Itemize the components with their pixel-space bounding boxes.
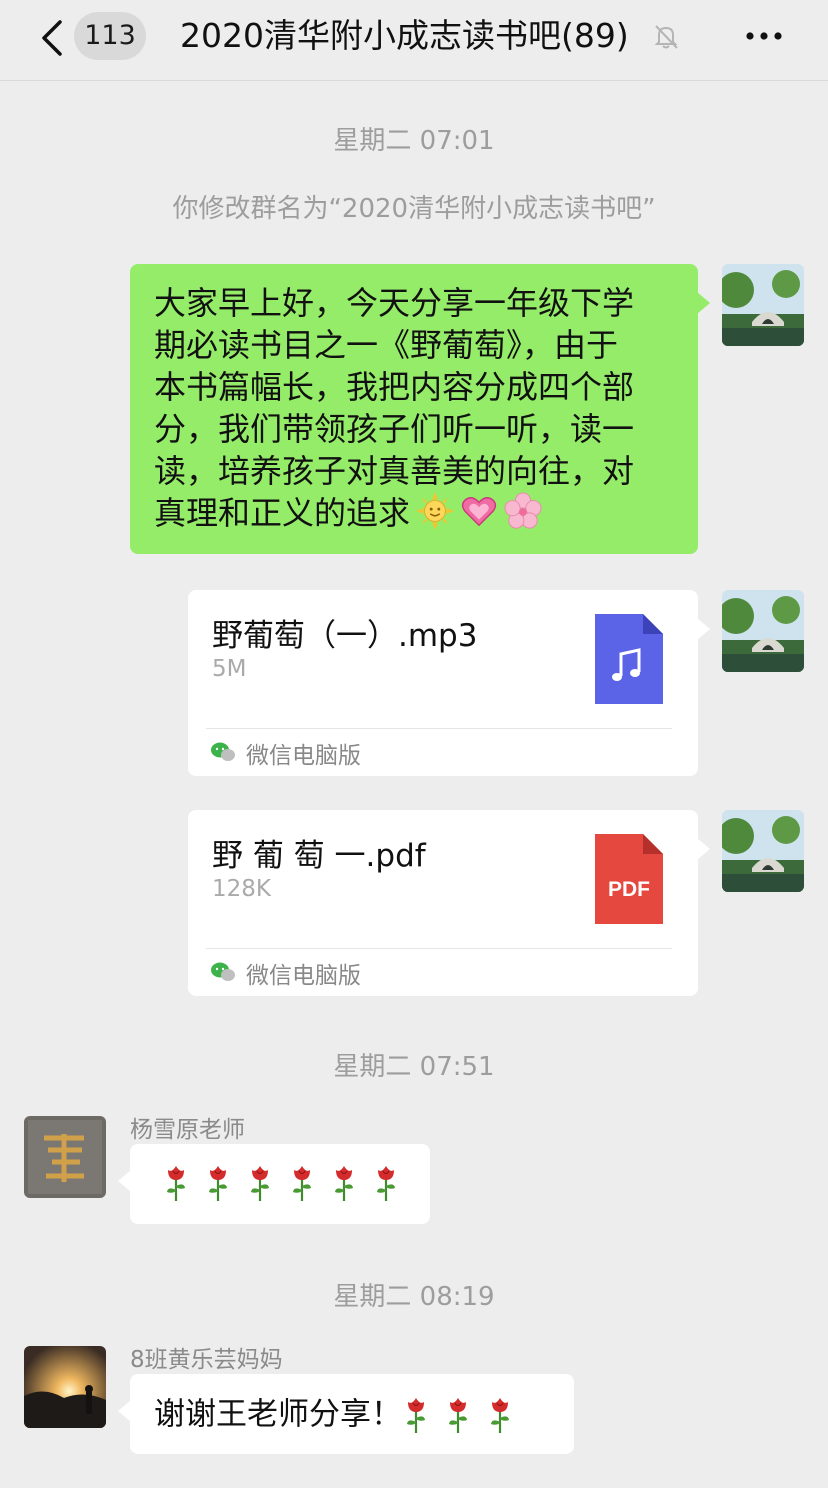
chevron-left-icon — [42, 20, 62, 56]
unread-count-badge[interactable]: 113 — [74, 12, 146, 60]
music-file-icon — [595, 614, 663, 704]
chat-header: 113 2020清华附小成志读书吧(89) — [0, 0, 828, 81]
ellipsis-icon — [746, 32, 782, 40]
timestamp: 星期二 07:51 — [333, 1052, 495, 1082]
message-bubble-greeting[interactable]: 大家早上好，今天分享一年级下学 期必读书目之一《野葡萄》，由于 本书篇幅长，我把… — [130, 264, 710, 554]
wechat-icon — [211, 742, 235, 761]
file-message-pdf[interactable]: 野 葡 萄 一.pdf 128K PDF 微信电脑版 — [188, 810, 710, 996]
bell-slash-icon — [652, 22, 680, 50]
file-size: 5M — [212, 656, 247, 682]
message-bubble-roses[interactable] — [118, 1144, 430, 1224]
divider — [206, 728, 672, 729]
my-avatar[interactable] — [722, 590, 804, 672]
sender-name: 8班黄乐芸妈妈 — [130, 1347, 283, 1373]
file-name: 野葡萄（一）.mp3 — [212, 618, 478, 654]
bridge-landscape-avatar-icon — [722, 810, 804, 892]
timestamp: 星期二 07:01 — [333, 126, 495, 156]
divider — [206, 948, 672, 949]
pdf-file-icon: PDF — [595, 834, 663, 924]
my-avatar[interactable] — [722, 810, 804, 892]
rose-icon — [335, 1166, 353, 1201]
bridge-landscape-avatar-icon — [722, 590, 804, 672]
cherry-blossom-icon — [504, 492, 542, 529]
sunset-avatar-icon — [24, 1346, 106, 1428]
rose-icon — [407, 1397, 425, 1433]
file-source-label: 微信电脑版 — [246, 963, 361, 989]
heart-icon — [461, 497, 497, 527]
greeting-line: 读，培养孩子对真善美的向往，对 — [154, 452, 635, 490]
sun-face-icon — [416, 492, 455, 530]
file-message-mp3[interactable]: 野葡萄（一）.mp3 5M 微信电脑版 — [188, 590, 710, 776]
more-options-button[interactable] — [742, 24, 786, 48]
wechat-icon — [211, 962, 235, 981]
my-avatar[interactable] — [722, 264, 804, 346]
message-text: 谢谢王老师分享！ — [154, 1396, 402, 1433]
pdf-icon-label: PDF — [608, 878, 650, 901]
back-button[interactable] — [34, 18, 74, 58]
rose-icon — [491, 1397, 509, 1433]
greeting-text-end: 真理和正义的追求 — [154, 494, 411, 532]
sender-avatar-yang[interactable] — [24, 1116, 106, 1198]
chat-title[interactable]: 2020清华附小成志读书吧(89) — [180, 14, 629, 58]
rose-icon — [293, 1166, 311, 1201]
rose-icon — [377, 1166, 395, 1201]
system-notice: 你修改群名为“2020清华附小成志读书吧” — [172, 194, 656, 224]
greeting-line: 大家早上好，今天分享一年级下学 — [154, 284, 635, 322]
message-bubble-thanks[interactable]: 谢谢王老师分享！ — [118, 1374, 574, 1454]
rose-icon — [251, 1166, 269, 1201]
file-size: 128K — [212, 876, 271, 902]
greeting-line-last: 真理和正义的追求 — [154, 492, 674, 534]
sender-avatar-huang[interactable] — [24, 1346, 106, 1428]
file-name: 野 葡 萄 一.pdf — [212, 838, 426, 874]
timestamp: 星期二 08:19 — [333, 1282, 495, 1312]
bridge-landscape-avatar-icon — [722, 264, 804, 346]
file-source-label: 微信电脑版 — [246, 743, 361, 769]
greeting-line: 期必读书目之一《野葡萄》，由于 — [154, 326, 619, 364]
greeting-line: 本书篇幅长，我把内容分成四个部 — [154, 368, 635, 406]
rose-icon — [209, 1166, 227, 1201]
greeting-line: 分，我们带领孩子们听一听，读一 — [154, 410, 635, 448]
rose-icon — [167, 1166, 185, 1201]
calligraphy-avatar-icon — [24, 1116, 106, 1198]
rose-icon — [449, 1397, 467, 1433]
sender-name: 杨雪原老师 — [130, 1117, 245, 1143]
